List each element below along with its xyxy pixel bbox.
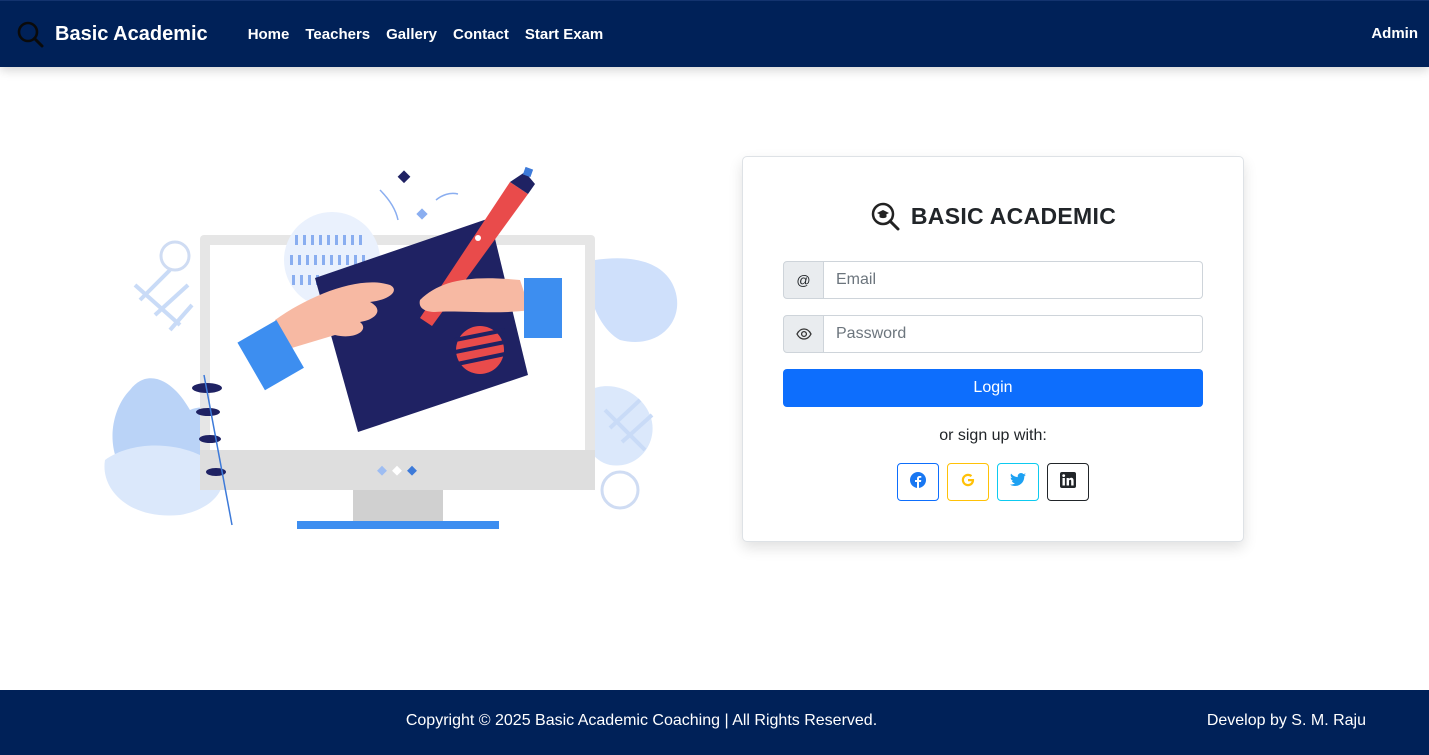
brand-name: Basic Academic xyxy=(55,22,208,45)
password-group xyxy=(783,315,1203,353)
graduation-search-icon xyxy=(870,201,900,231)
nav-link-home[interactable]: Home xyxy=(248,26,290,43)
linkedin-button[interactable] xyxy=(1047,463,1089,501)
hero-illustration xyxy=(100,160,685,540)
facebook-icon xyxy=(910,471,926,493)
brand-link[interactable]: Basic Academic xyxy=(16,20,208,48)
linkedin-icon xyxy=(1060,471,1076,493)
facebook-button[interactable] xyxy=(897,463,939,501)
card-title: BASIC ACADEMIC xyxy=(910,202,1117,229)
email-group: @ xyxy=(783,261,1203,299)
nav-link-gallery[interactable]: Gallery xyxy=(386,26,437,43)
google-button[interactable] xyxy=(947,463,989,501)
navbar: Basic Academic Home Teachers Gallery Con… xyxy=(0,0,1429,67)
search-icon xyxy=(16,20,44,48)
nav-link-admin[interactable]: Admin xyxy=(1371,25,1418,42)
password-input[interactable] xyxy=(824,315,1203,353)
social-buttons xyxy=(743,463,1243,501)
at-icon: @ xyxy=(783,261,824,299)
twitter-button[interactable] xyxy=(997,463,1039,501)
nav-links: Home Teachers Gallery Contact Start Exam xyxy=(248,26,620,43)
signup-text: or sign up with: xyxy=(939,427,1047,444)
footer-copyright: Copyright © 2025 Basic Academic Coaching… xyxy=(405,712,878,729)
card-header: BASIC ACADEMIC xyxy=(743,201,1243,231)
nav-link-contact[interactable]: Contact xyxy=(453,26,509,43)
nav-link-start-exam[interactable]: Start Exam xyxy=(525,26,603,43)
email-input[interactable] xyxy=(824,261,1203,299)
eye-icon[interactable] xyxy=(783,315,824,353)
nav-link-teachers[interactable]: Teachers xyxy=(305,26,370,43)
login-button[interactable]: Login xyxy=(783,369,1203,407)
google-icon xyxy=(960,472,976,493)
login-card: BASIC ACADEMIC @ Login or sign up with: xyxy=(742,156,1244,542)
footer: Copyright © 2025 Basic Academic Coaching… xyxy=(0,690,1429,755)
twitter-icon xyxy=(1010,472,1026,492)
footer-developer: Develop by S. M. Raju xyxy=(1206,712,1366,729)
